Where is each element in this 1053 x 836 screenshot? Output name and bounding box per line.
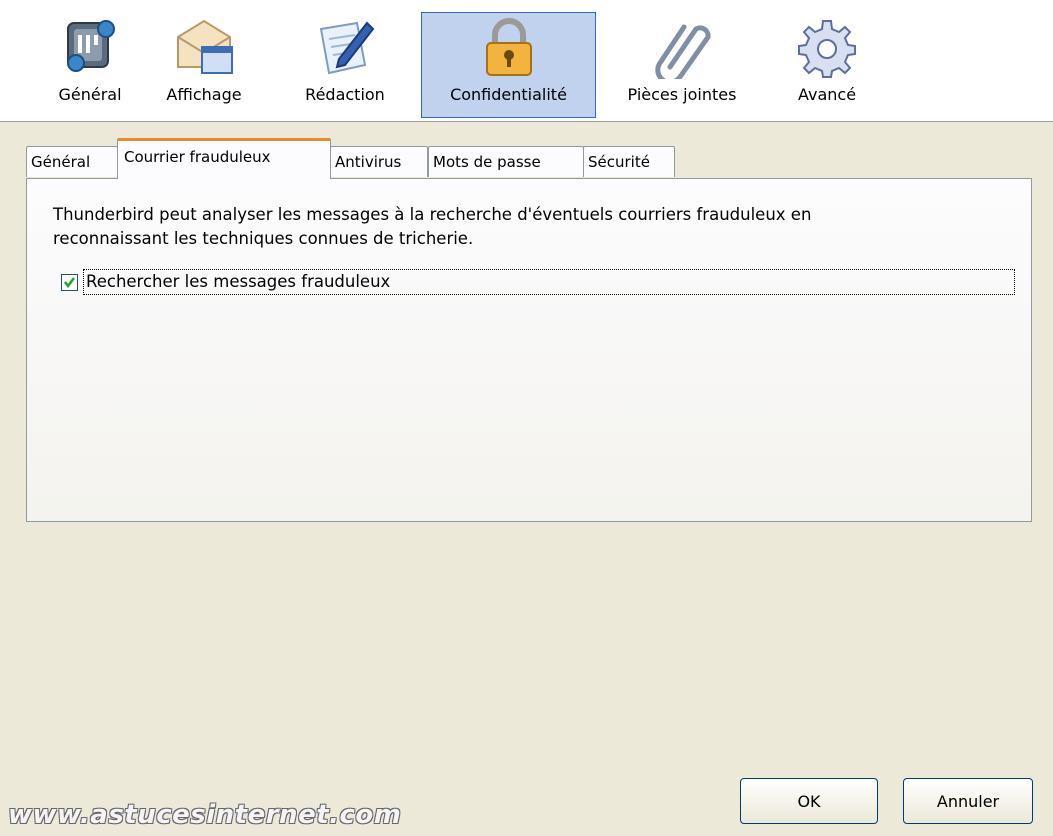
pane-label: Pièces jointes [627, 85, 737, 104]
phishing-checkbox-label[interactable]: Rechercher les messages frauduleux [83, 269, 1015, 295]
pane-label: Avancé [797, 85, 857, 104]
preferences-toolbar: Général Affichage Rédaction Confidential… [0, 0, 1053, 122]
pane-label: Rédaction [305, 85, 385, 104]
tab-antivirus[interactable]: Antivirus [330, 146, 428, 177]
pane-label: Général [58, 85, 122, 104]
pane-compose[interactable]: Rédaction [290, 12, 400, 120]
phishing-check-row[interactable]: Rechercher les messages frauduleux [61, 269, 1015, 295]
pane-label: Confidentialité [450, 85, 567, 104]
ok-button[interactable]: OK [740, 778, 878, 824]
tab-general[interactable]: Général [26, 146, 118, 177]
pane-general[interactable]: Général [40, 12, 140, 120]
compose-icon [319, 21, 375, 75]
tab-phishing[interactable]: Courrier frauduleux [117, 138, 331, 179]
cancel-button[interactable]: Annuler [903, 778, 1033, 824]
description-line: Thunderbird peut analyser les messages à… [53, 205, 812, 224]
checkmark-icon [64, 276, 75, 288]
tab-panel-phishing: Thunderbird peut analyser les messages à… [26, 178, 1032, 522]
lock-icon [485, 18, 532, 76]
pane-attachments[interactable]: Pièces jointes [612, 12, 752, 120]
pane-privacy[interactable]: Confidentialité [421, 12, 596, 118]
pane-label: Affichage [166, 85, 242, 104]
phishing-description: Thunderbird peut analyser les messages à… [53, 203, 1003, 251]
paperclip-icon [655, 24, 711, 79]
pane-display[interactable]: Affichage [158, 12, 250, 120]
watermark: www.astucesinternet.com [8, 800, 402, 830]
tab-security[interactable]: Sécurité [583, 146, 675, 177]
pane-advanced[interactable]: Avancé [782, 12, 872, 120]
general-icon [67, 20, 115, 72]
description-line: reconnaissant les techniques connues de … [53, 229, 474, 248]
tab-passwords[interactable]: Mots de passe [428, 146, 584, 177]
display-icon [177, 19, 233, 74]
phishing-checkbox[interactable] [61, 273, 78, 291]
gear-icon [798, 20, 856, 78]
